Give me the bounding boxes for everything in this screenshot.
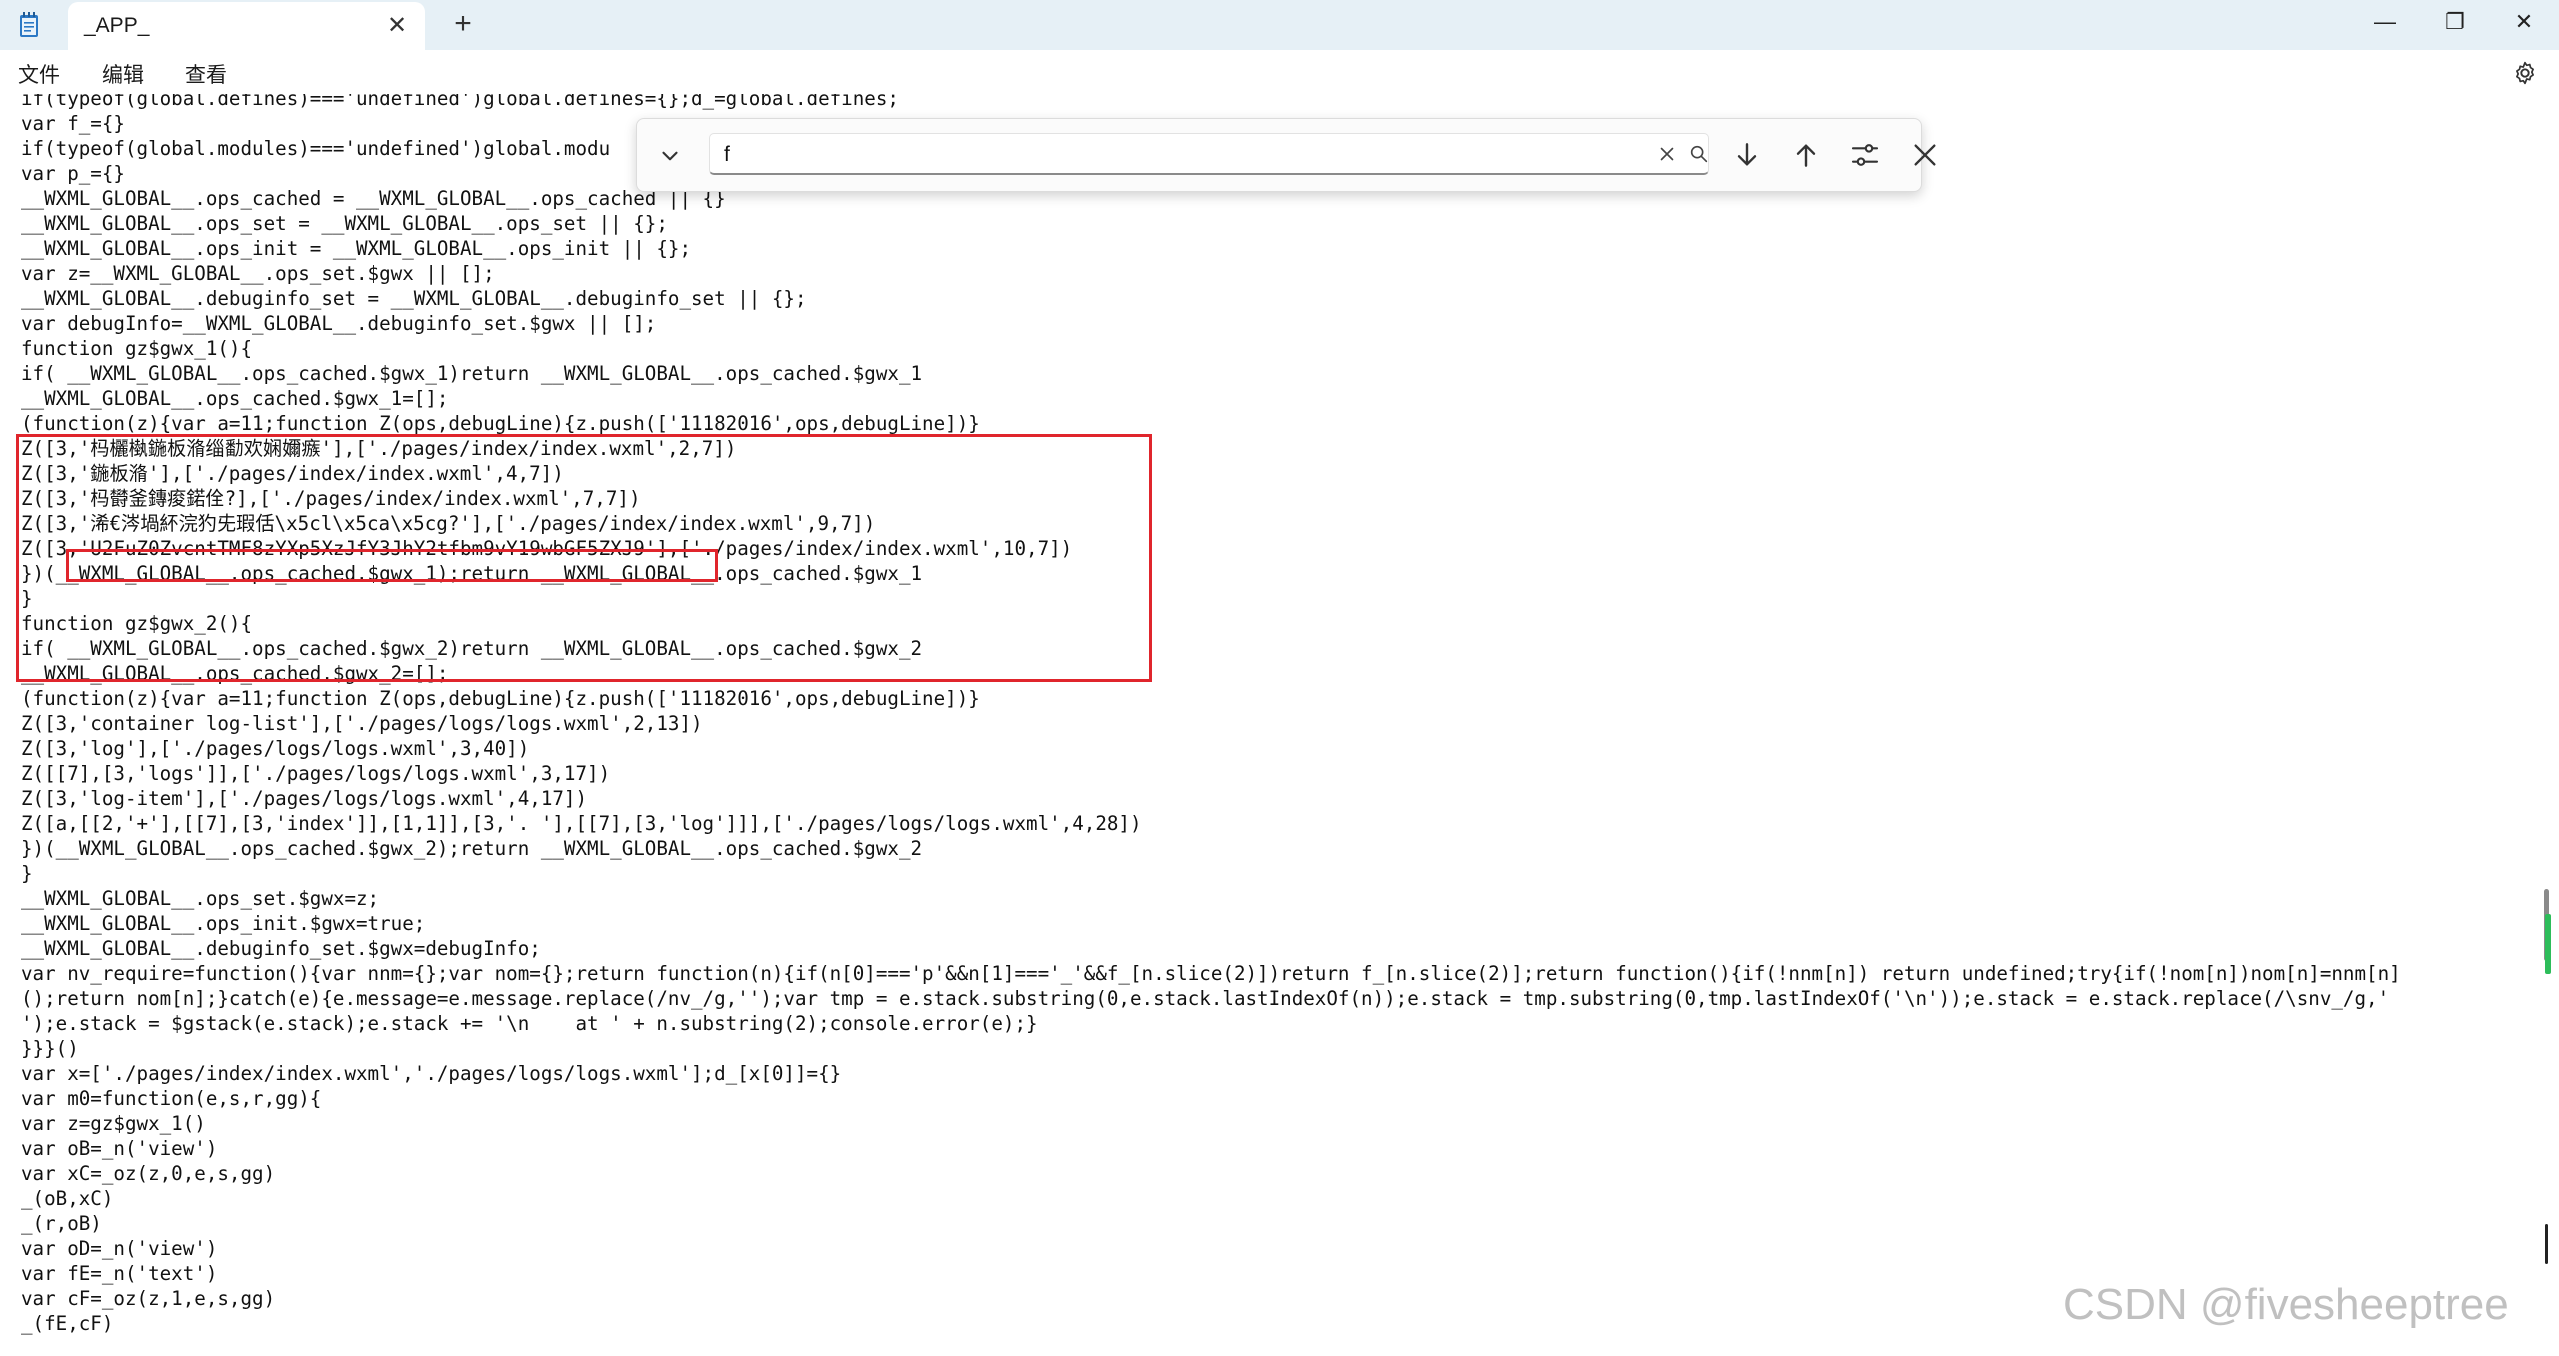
code-line: __WXML_GLOBAL__.debuginfo_set = __WXML_G… — [21, 287, 807, 310]
code-line: }}}() — [21, 1037, 79, 1060]
menu-view[interactable]: 查看 — [185, 59, 227, 89]
code-line: ');e.stack = $gstack(e.stack);e.stack +=… — [21, 1012, 1038, 1035]
code-line: __WXML_GLOBAL__.ops_cached.$gwx_1=[]; — [21, 387, 449, 410]
notepad-icon — [20, 12, 38, 37]
find-input-box[interactable] — [709, 133, 1709, 175]
title-bar: _APP_ ✕ + — ❐ ✕ — [0, 0, 2559, 50]
sliders-icon[interactable] — [1849, 139, 1881, 171]
code-line: var debugInfo=__WXML_GLOBAL__.debuginfo_… — [21, 312, 657, 335]
tab-title: _APP_ — [84, 14, 150, 37]
maximize-button[interactable]: ❐ — [2420, 0, 2490, 44]
vertical-scrollbar[interactable] — [2535, 94, 2559, 1356]
code-line: (function(z){var a=11;function Z(ops,deb… — [21, 412, 980, 435]
menu-file[interactable]: 文件 — [18, 59, 60, 89]
close-tab-icon[interactable]: ✕ — [384, 13, 410, 39]
search-match-marker — [2545, 914, 2551, 974]
code-line: var cF=_oz(z,1,e,s,gg) — [21, 1287, 276, 1310]
code-line: Z([[7],[3,'logs']],['./pages/logs/logs.w… — [21, 762, 611, 785]
arrow-up-icon[interactable] — [1790, 139, 1822, 171]
minimize-icon: — — [2374, 9, 2396, 34]
chevron-down-icon[interactable] — [657, 143, 683, 169]
code-line: } — [21, 862, 33, 885]
find-input[interactable] — [722, 140, 1586, 170]
clear-icon[interactable] — [1656, 143, 1678, 165]
menu-edit[interactable]: 编辑 — [102, 59, 144, 89]
code-line: Z([3,'log-item'],['./pages/logs/logs.wxm… — [21, 787, 588, 810]
gear-icon[interactable] — [2512, 60, 2538, 86]
code-line: __WXML_GLOBAL__.ops_set = __WXML_GLOBAL_… — [21, 212, 668, 235]
code-line: if( __WXML_GLOBAL__.ops_cached.$gwx_1)re… — [21, 362, 923, 385]
close-window-button[interactable]: ✕ — [2489, 0, 2559, 44]
code-line: var oB=_n('view') — [21, 1137, 218, 1160]
code-line: Z([3,'container log-list'],['./pages/log… — [21, 712, 703, 735]
code-line: var z=gz$gwx_1() — [21, 1112, 206, 1135]
code-line: var nv_require=function(){var nnm={};var… — [21, 962, 2401, 985]
code-line: var z=__WXML_GLOBAL__.ops_set.$gwx || []… — [21, 262, 495, 285]
minimize-button[interactable]: — — [2350, 0, 2420, 44]
code-line: var x=['./pages/index/index.wxml','./pag… — [21, 1062, 842, 1085]
code-line: (function(z){var a=11;function Z(ops,deb… — [21, 687, 980, 710]
tab-app[interactable]: _APP_ ✕ — [68, 2, 425, 50]
code-content: if(typeof(global.defines)==='undefined')… — [21, 94, 2401, 1336]
code-line: _(fE,cF) — [21, 1312, 114, 1335]
arrow-down-icon[interactable] — [1731, 139, 1763, 171]
code-line: var fE=_n('text') — [21, 1262, 218, 1285]
menu-bar: 文件 编辑 查看 — [0, 50, 2559, 96]
code-line: __WXML_GLOBAL__.ops_init.$gwx=true; — [21, 912, 426, 935]
code-line: __WXML_GLOBAL__.debuginfo_set.$gwx=debug… — [21, 937, 541, 960]
code-line: Z([3,'log'],['./pages/logs/logs.wxml',3,… — [21, 737, 530, 760]
code-line: __WXML_GLOBAL__.ops_init = __WXML_GLOBAL… — [21, 237, 692, 260]
code-line: _(r,oB) — [21, 1212, 102, 1235]
new-tab-button[interactable]: + — [448, 9, 478, 40]
highlight-box-inner — [66, 549, 718, 582]
code-line: __WXML_GLOBAL__.ops_set.$gwx=z; — [21, 887, 380, 910]
text-editor[interactable]: if(typeof(global.defines)==='undefined')… — [0, 94, 2535, 1356]
code-line: if(typeof(global.defines)==='undefined')… — [21, 94, 899, 110]
close-icon[interactable] — [1909, 139, 1941, 171]
code-line: })(__WXML_GLOBAL__.ops_cached.$gwx_2);re… — [21, 837, 923, 860]
cursor-position-marker — [2545, 1224, 2548, 1264]
restore-icon: ❐ — [2445, 9, 2465, 34]
find-bar — [636, 118, 1936, 192]
code-line: var oD=_n('view') — [21, 1237, 218, 1260]
search-icon[interactable] — [1688, 143, 1710, 165]
close-icon: ✕ — [2514, 9, 2534, 34]
watermark: CSDN @fivesheeptree — [2063, 1280, 2509, 1329]
code-line: var xC=_oz(z,0,e,s,gg) — [21, 1162, 276, 1185]
code-line: var m0=function(e,s,r,gg){ — [21, 1087, 322, 1110]
code-line: Z([a,[[2,'+'],[[7],[3,'index']],[1,1]],[… — [21, 812, 1142, 835]
code-line: ();return nom[n];}catch(e){e.message=e.m… — [21, 987, 2390, 1010]
code-line: _(oB,xC) — [21, 1187, 114, 1210]
code-line: function gz$gwx_1(){ — [21, 337, 253, 360]
